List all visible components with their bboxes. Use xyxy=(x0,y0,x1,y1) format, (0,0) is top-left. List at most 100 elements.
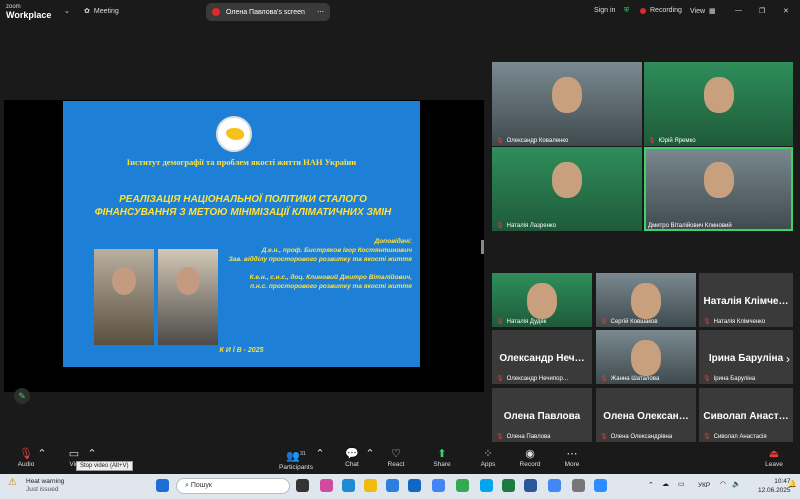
participant-video xyxy=(703,162,734,199)
video-options-chevron[interactable]: ⌃ xyxy=(86,447,98,461)
participant-video xyxy=(631,282,661,319)
react-button[interactable]: ♡ React xyxy=(376,447,416,468)
zoom-logo: zoom Workplace xyxy=(6,4,52,20)
mic-muted-icon: 🎙 xyxy=(648,138,656,144)
participant-tile[interactable]: 🎙 Сергій Ковшаков xyxy=(596,273,696,327)
meeting-label[interactable]: ✿ Meeting xyxy=(84,7,119,16)
chevron-right-icon[interactable]: › xyxy=(786,352,790,366)
copilot-icon[interactable] xyxy=(320,479,333,492)
participant-tile[interactable]: 🎙 Наталія Дудяк xyxy=(492,273,592,327)
participant-name-large: Олександр Неч… xyxy=(499,352,585,364)
windows-start-icon[interactable] xyxy=(156,479,169,492)
mic-muted-icon: 🎙 xyxy=(600,319,608,325)
file-explorer-icon[interactable] xyxy=(364,479,377,492)
battery-icon[interactable]: ▭ xyxy=(678,480,685,488)
heart-icon: ♡ xyxy=(391,448,401,460)
edge-icon[interactable] xyxy=(342,479,355,492)
chrome-icon-3[interactable] xyxy=(548,479,561,492)
chrome-icon-2[interactable] xyxy=(456,479,469,492)
participant-video xyxy=(703,77,734,114)
more-options-icon[interactable]: ⋯ xyxy=(317,8,324,16)
minimize-icon[interactable]: — xyxy=(735,7,742,14)
share-arrow-icon: ⬆ xyxy=(437,448,447,460)
video-tile[interactable]: 🎙 Юрій Яремко xyxy=(644,62,793,146)
participant-name-large: Олена Павлова xyxy=(503,410,581,422)
app-icon[interactable] xyxy=(572,479,585,492)
splitter-handle[interactable] xyxy=(481,240,484,254)
presentation-slide: Інститут демографії та проблем якості жи… xyxy=(63,101,420,367)
chrome-icon[interactable] xyxy=(432,479,445,492)
participant-tile[interactable]: Олександр Неч… 🎙 Олександр Нечипор… xyxy=(492,330,592,384)
more-icon: ⋯ xyxy=(566,448,578,460)
share-button[interactable]: ⬆ Share xyxy=(422,447,462,468)
shield-icon[interactable]: ⛨ xyxy=(624,7,629,15)
chevron-down-icon[interactable]: ⌄ xyxy=(64,7,70,15)
maximize-icon[interactable]: ❐ xyxy=(759,7,765,15)
excel-icon[interactable] xyxy=(502,479,515,492)
chat-chevron[interactable]: ⌃ xyxy=(364,447,376,461)
record-button[interactable]: ◉ Record xyxy=(510,447,550,468)
share-stage: Інститут демографії та проблем якості жи… xyxy=(0,24,488,444)
reporters-block: Доповідачі: Д.е.н., проф. Бистряков Ігор… xyxy=(228,238,412,290)
mic-muted-icon: 🎙 xyxy=(600,376,608,382)
paw-icon: ✿ xyxy=(84,8,90,15)
outlook-icon[interactable] xyxy=(408,479,421,492)
participant-tile[interactable]: Сиволап Анаст… 🎙 Сиволап Анастасія xyxy=(699,388,793,442)
language-indicator[interactable]: УКР xyxy=(698,482,710,489)
participant-video xyxy=(631,339,661,376)
taskbar-search[interactable]: ⌕ Пошук xyxy=(176,478,290,494)
mic-muted-icon: 🎙 xyxy=(703,319,711,325)
mic-muted-icon: 🎙 xyxy=(496,319,504,325)
notification-bell-icon[interactable]: 🔔 xyxy=(788,480,797,488)
task-view-icon[interactable] xyxy=(296,479,309,492)
participant-tile[interactable]: 🎙 Жанна Шаталова xyxy=(596,330,696,384)
cloud-icon[interactable]: ☁ xyxy=(662,480,669,488)
participant-name-large: Наталія Клімче… xyxy=(703,295,789,307)
windows-taskbar: ⚠ Heat warning Just issued ⌕ Пошук ⌃ ☁ ▭… xyxy=(0,474,800,499)
shared-screen[interactable]: Інститут демографії та проблем якості жи… xyxy=(4,100,484,392)
people-icon: 👥 xyxy=(286,450,301,463)
tray-chevron-icon[interactable]: ⌃ xyxy=(648,481,654,489)
slide-title: РЕАЛІЗАЦІЯ НАЦІОНАЛЬНОЇ ПОЛІТИКИ СТАЛОГО… xyxy=(94,194,392,218)
mic-muted-icon: 🎙 xyxy=(703,376,711,382)
zoom-app-icon[interactable] xyxy=(594,479,607,492)
reporter-photo-2 xyxy=(158,249,218,345)
store-icon[interactable] xyxy=(386,479,399,492)
video-tile-active-speaker[interactable]: Дмитро Віталійович Клиновий xyxy=(644,147,793,231)
video-tile[interactable]: 🎙 Наталія Лазренко xyxy=(492,147,642,231)
participant-tile[interactable]: Ірина Баруліна 🎙 Ірина Баруліна xyxy=(699,330,793,384)
leave-icon: ⏏ xyxy=(768,448,780,460)
weather-widget[interactable]: Heat warning Just issued xyxy=(26,478,64,494)
signin-link[interactable]: Sign in xyxy=(594,7,615,14)
clock[interactable]: 10:47 12.06.2025 xyxy=(758,477,791,495)
share-dot-icon xyxy=(212,8,220,16)
participant-tile[interactable]: Олена Павлова 🎙 Олена Павлова xyxy=(492,388,592,442)
slide-city-year: К И Ї В - 2025 xyxy=(219,347,264,354)
participant-video xyxy=(552,162,582,199)
audio-options-chevron[interactable]: ⌃ xyxy=(36,447,48,461)
participants-chevron[interactable]: ⌃ xyxy=(314,447,326,461)
mic-muted-icon: 🎙 xyxy=(496,376,504,382)
skype-icon[interactable] xyxy=(480,479,493,492)
annotate-icon[interactable]: ✎ xyxy=(14,388,30,404)
mic-muted-icon: 🎙 xyxy=(496,138,504,144)
apps-icon: ⁘ xyxy=(483,448,493,460)
screen-share-indicator[interactable]: Олена Павлова's screen ⋯ xyxy=(206,3,330,21)
view-button[interactable]: View ▦ xyxy=(690,7,716,16)
leave-button[interactable]: ⏏ Leave xyxy=(754,447,794,468)
participants-button[interactable]: 👥31 Participants xyxy=(274,447,318,471)
participant-name-large: Ірина Баруліна xyxy=(708,352,784,364)
participant-name-large: Олена Олексан… xyxy=(603,410,689,422)
more-button[interactable]: ⋯ More xyxy=(552,447,592,468)
recording-indicator[interactable]: Recording xyxy=(640,7,682,14)
video-tile[interactable]: 🎙 Олександр Коваленко xyxy=(492,62,642,146)
apps-button[interactable]: ⁘ Apps xyxy=(468,447,508,468)
participant-tile[interactable]: Олена Олексан… 🎙 Олена Олександрівна xyxy=(596,388,696,442)
participant-tile[interactable]: Наталія Клімче… 🎙 Наталія Клімченко xyxy=(699,273,793,327)
close-icon[interactable]: ✕ xyxy=(783,7,789,15)
word-icon[interactable] xyxy=(524,479,537,492)
institute-name: Інститут демографії та проблем якості жи… xyxy=(126,157,357,167)
wifi-icon[interactable]: ◠ xyxy=(720,480,726,488)
mic-muted-icon: 🎙 xyxy=(703,434,711,440)
volume-icon[interactable]: 🔈 xyxy=(732,480,741,488)
